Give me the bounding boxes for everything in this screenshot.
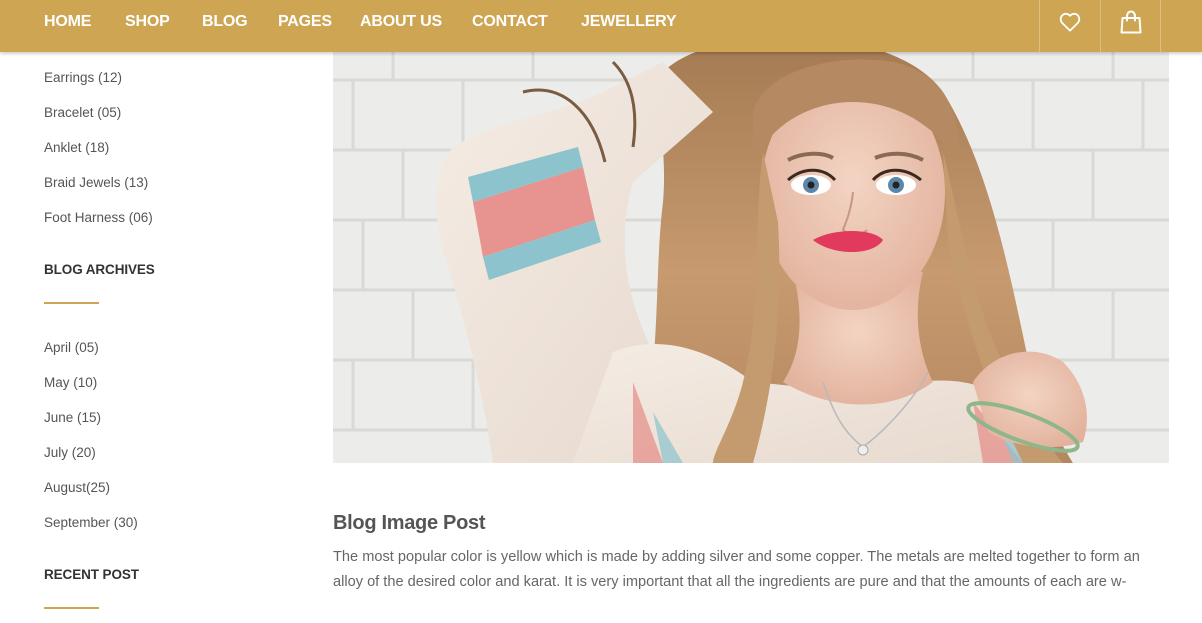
heading-underline	[44, 302, 99, 304]
nav-shop[interactable]: SHOP	[125, 13, 170, 31]
nav-contact[interactable]: CONTACT	[472, 13, 548, 31]
category-link-earrings[interactable]: Earrings (12)	[44, 70, 122, 85]
archive-link-august[interactable]: August(25)	[44, 480, 110, 495]
archive-link-june[interactable]: June (15)	[44, 410, 101, 425]
archive-link-september[interactable]: September (30)	[44, 515, 138, 530]
blog-post-image[interactable]	[333, 52, 1169, 463]
top-navbar: HOME SHOP BLOG PAGES ABOUT US CONTACT JE…	[0, 0, 1202, 52]
nav-blog[interactable]: BLOG	[202, 13, 248, 31]
portrait-photo	[333, 52, 1169, 463]
heart-icon	[1059, 12, 1081, 32]
nav-about-us[interactable]: ABOUT US	[360, 13, 442, 31]
archive-link-april[interactable]: April (05)	[44, 340, 99, 355]
category-link-foot-harness[interactable]: Foot Harness (06)	[44, 210, 153, 225]
category-link-anklet[interactable]: Anklet (18)	[44, 140, 109, 155]
blog-archives-heading: BLOG ARCHIVES	[44, 262, 155, 277]
archive-link-july[interactable]: July (20)	[44, 445, 96, 460]
category-link-bracelet[interactable]: Bracelet (05)	[44, 105, 121, 120]
shopping-bag-icon	[1120, 10, 1141, 34]
wishlist-button[interactable]	[1039, 0, 1100, 52]
category-link-braid-jewels[interactable]: Braid Jewels (13)	[44, 175, 148, 190]
nav-home[interactable]: HOME	[44, 13, 91, 31]
nav-pages[interactable]: PAGES	[278, 13, 332, 31]
post-excerpt: The most popular color is yellow which i…	[333, 549, 1140, 590]
post-title[interactable]: Blog Image Post	[333, 512, 486, 535]
nav-jewellery[interactable]: JEWELLERY	[581, 13, 677, 31]
recent-post-heading: RECENT POST	[44, 567, 139, 582]
heading-underline	[44, 607, 99, 609]
archive-link-may[interactable]: May (10)	[44, 375, 97, 390]
cart-button[interactable]	[1100, 0, 1161, 52]
